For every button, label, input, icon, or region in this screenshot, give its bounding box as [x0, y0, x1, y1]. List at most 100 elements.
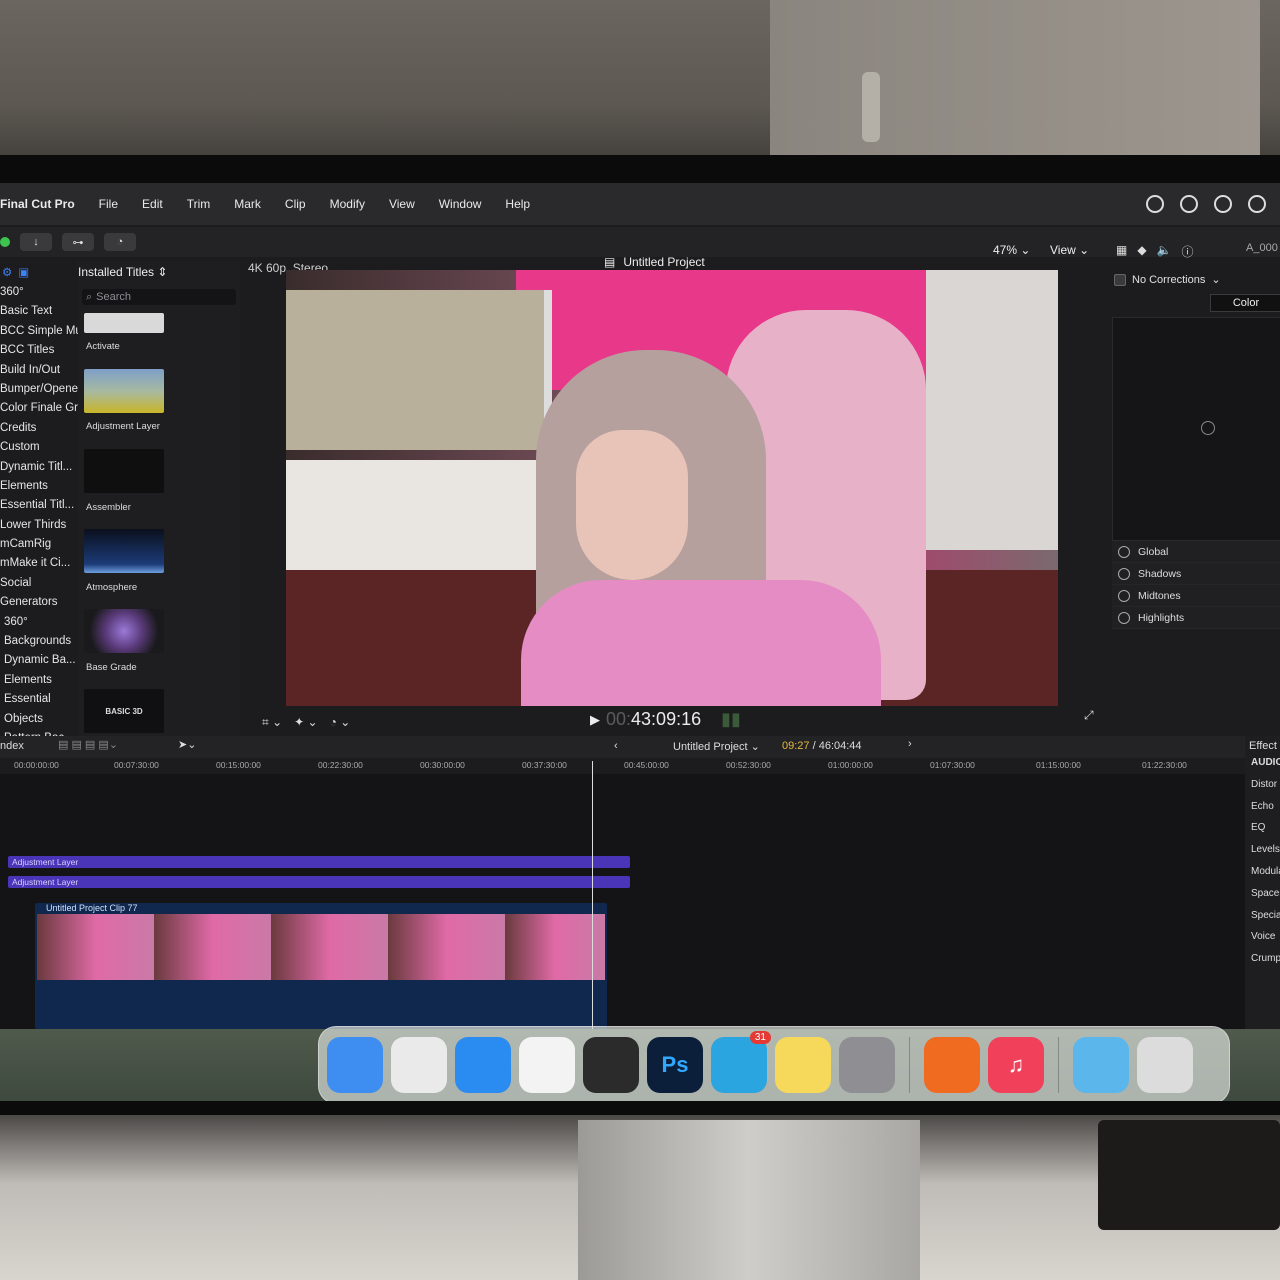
zone-global[interactable]: Global: [1112, 541, 1280, 563]
effects-item[interactable]: Voice: [1245, 926, 1280, 948]
sidebar-item[interactable]: BCC Titles: [0, 341, 78, 360]
info-icon[interactable]: ⓘ: [1182, 243, 1194, 260]
color-icon[interactable]: ◆: [1137, 243, 1146, 260]
index-button[interactable]: ndex: [0, 740, 24, 752]
sidebar-item[interactable]: BCC Simple Mu: [0, 322, 78, 341]
system-settings-icon[interactable]: [839, 1037, 895, 1093]
zone-highlights[interactable]: Highlights: [1112, 607, 1280, 629]
keywords-button[interactable]: ⊶: [62, 233, 94, 251]
play-button[interactable]: ▶: [590, 712, 600, 728]
menu-edit[interactable]: Edit: [130, 197, 175, 211]
menu-window[interactable]: Window: [427, 197, 494, 211]
launchpad-icon[interactable]: [391, 1037, 447, 1093]
sidebar-item[interactable]: mMake it Ci...: [0, 554, 78, 573]
music-icon[interactable]: ♫: [988, 1037, 1044, 1093]
search-field[interactable]: ⌕ Search: [82, 289, 236, 305]
title-thumb-assembler[interactable]: [84, 449, 164, 493]
sidebar-item[interactable]: Basic Text: [0, 302, 78, 321]
menu-trim[interactable]: Trim: [175, 197, 223, 211]
sidebar-item[interactable]: Elements: [0, 477, 78, 496]
sidebar-item[interactable]: Generators: [0, 593, 78, 612]
title-thumb-adjustment-layer[interactable]: [84, 369, 164, 413]
transform-icon[interactable]: ⌗ ⌄: [262, 715, 282, 730]
menu-help[interactable]: Help: [493, 197, 542, 211]
menu-mark[interactable]: Mark: [222, 197, 273, 211]
correction-checkbox[interactable]: [1114, 273, 1126, 286]
edit-tools-icon[interactable]: ▤ ▤ ▤ ▤⌄: [58, 738, 118, 751]
fullscreen-icon[interactable]: ⤢: [1084, 708, 1094, 723]
zoom-menu[interactable]: 47% ⌄: [993, 243, 1030, 257]
sidebar-item[interactable]: Elements: [0, 671, 78, 690]
timeline-project-menu[interactable]: Untitled Project ⌄: [673, 740, 760, 753]
menu-modify[interactable]: Modify: [318, 197, 377, 211]
sidebar-item[interactable]: Social: [0, 574, 78, 593]
finder-icon[interactable]: [327, 1037, 383, 1093]
status-icon[interactable]: [1146, 195, 1164, 213]
color-tab[interactable]: Color: [1210, 294, 1280, 312]
sidebar-item[interactable]: 360°: [0, 613, 78, 632]
effects-item[interactable]: Modula: [1245, 861, 1280, 883]
sidebar-item[interactable]: Custom: [0, 438, 78, 457]
adjustment-layer-clip[interactable]: Adjustment Layer: [8, 856, 630, 868]
timeline-ruler[interactable]: 00:00:00:00 00:07:30:00 00:15:00:00 00:2…: [0, 758, 1245, 774]
menu-clip[interactable]: Clip: [273, 197, 318, 211]
sidebar-item[interactable]: Lower Thirds: [0, 516, 78, 535]
back-arrow-icon[interactable]: ‹: [614, 740, 618, 752]
title-thumb-basic-3d[interactable]: BASIC 3D: [84, 689, 164, 733]
sidebar-item[interactable]: 360°: [0, 283, 78, 302]
forward-arrow-icon[interactable]: ›: [908, 738, 912, 750]
effects-item[interactable]: Specia: [1245, 905, 1280, 927]
background-tasks-button[interactable]: ◔: [104, 233, 136, 251]
cloud-icon[interactable]: [1180, 195, 1198, 213]
sidebar-item[interactable]: Color Finale Gra: [0, 399, 78, 418]
photoshop-icon[interactable]: Ps: [647, 1037, 703, 1093]
safari-icon[interactable]: [455, 1037, 511, 1093]
playhead[interactable]: [592, 761, 593, 1031]
enhance-icon[interactable]: ✦ ⌄: [294, 715, 317, 730]
corrections-menu[interactable]: No Corrections ⌄: [1114, 273, 1221, 286]
trash-icon[interactable]: [1137, 1037, 1193, 1093]
effects-item[interactable]: Levels: [1245, 839, 1280, 861]
speed-icon[interactable]: ◔ ⌄: [330, 715, 351, 730]
title-thumb-atmosphere[interactable]: [84, 529, 164, 573]
browser-source-menu[interactable]: Installed Titles ⇕: [78, 261, 240, 283]
play-icon[interactable]: [1214, 195, 1232, 213]
audio-icon[interactable]: 🔈: [1157, 243, 1172, 260]
sidebar-item[interactable]: Essential Titl...: [0, 496, 78, 515]
sidebar-item[interactable]: Dynamic Titl...: [0, 458, 78, 477]
menu-file[interactable]: File: [87, 197, 130, 211]
sidebar-item[interactable]: Build In/Out: [0, 361, 78, 380]
sidebar-item[interactable]: Backgrounds: [0, 632, 78, 651]
adjustment-layer-clip[interactable]: Adjustment Layer: [8, 876, 630, 888]
telegram-icon[interactable]: 31: [711, 1031, 771, 1093]
color-wheel-puck[interactable]: [1201, 421, 1215, 435]
downloads-folder-icon[interactable]: [1073, 1037, 1129, 1093]
sidebar-item[interactable]: Credits: [0, 419, 78, 438]
import-button[interactable]: ↓: [20, 233, 52, 251]
effects-item[interactable]: Spaces: [1245, 883, 1280, 905]
effects-item[interactable]: Crump: [1245, 948, 1280, 970]
titles-icon[interactable]: ⚙: [2, 265, 12, 279]
menu-view[interactable]: View: [377, 197, 427, 211]
sidebar-item[interactable]: mCamRig: [0, 535, 78, 554]
title-thumb-activate[interactable]: [84, 313, 164, 333]
chrome-icon[interactable]: [519, 1037, 575, 1093]
color-wheel-panel[interactable]: [1112, 317, 1280, 541]
app-menu[interactable]: Final Cut Pro: [0, 197, 87, 211]
select-tool-icon[interactable]: ➤⌄: [178, 738, 196, 751]
sidebar-item[interactable]: Dynamic Ba...: [0, 651, 78, 670]
origin-icon[interactable]: [924, 1037, 980, 1093]
effects-item[interactable]: EQ: [1245, 817, 1280, 839]
title-thumb-base-grade[interactable]: [84, 609, 164, 653]
view-menu[interactable]: View ⌄: [1050, 243, 1089, 257]
final-cut-pro-icon[interactable]: [583, 1037, 639, 1093]
film-icon[interactable]: ▦: [1116, 243, 1127, 260]
viewer-video-frame[interactable]: [286, 270, 1058, 706]
generators-icon[interactable]: ▣: [18, 265, 29, 279]
headphones-icon[interactable]: [1248, 195, 1266, 213]
effects-category[interactable]: AUDIO: [1245, 752, 1280, 774]
window-zoom-button[interactable]: [0, 237, 10, 247]
effects-item[interactable]: Echo: [1245, 796, 1280, 818]
zone-shadows[interactable]: Shadows: [1112, 563, 1280, 585]
notes-icon[interactable]: [775, 1037, 831, 1093]
